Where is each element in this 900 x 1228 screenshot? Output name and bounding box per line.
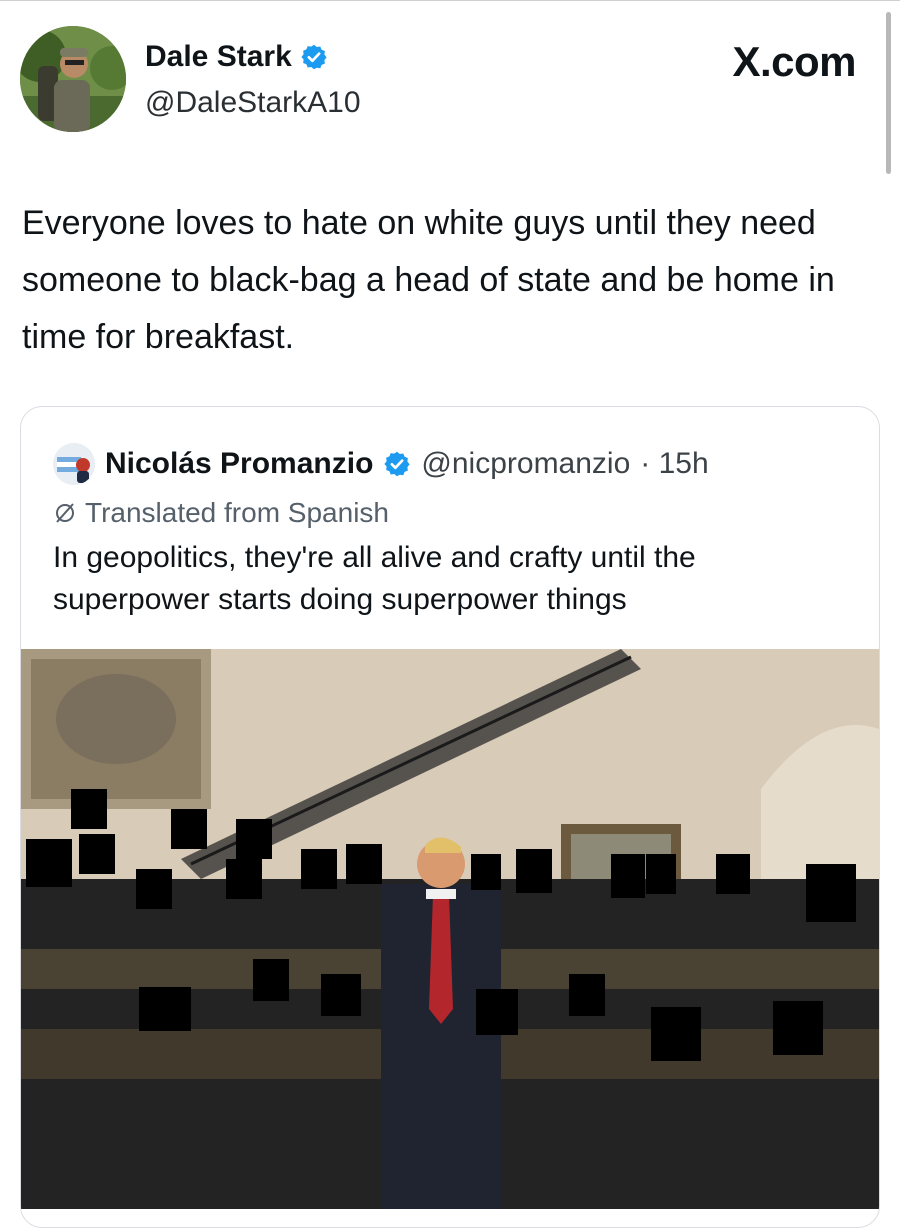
translation-note-label: Translated from Spanish (85, 497, 389, 528)
quoted-author-name[interactable]: Nicolás Promanzio (105, 447, 373, 481)
author-avatar[interactable] (20, 26, 126, 132)
verified-badge-icon (301, 44, 327, 70)
author-handle[interactable]: @DaleStarkA10 (145, 86, 361, 120)
quoted-tweet-card[interactable]: Nicolás Promanzio @nicpromanzio · 15h Tr… (20, 406, 880, 1228)
source-badge: X.com (732, 38, 856, 85)
top-divider (0, 0, 900, 1)
tweet-text: Everyone loves to hate on white guys unt… (22, 204, 835, 356)
verified-badge-icon (384, 451, 411, 477)
quoted-tweet-text: In geopolitics, they're all alive and cr… (53, 541, 696, 616)
quoted-avatar-image (53, 443, 95, 485)
quoted-timestamp[interactable]: · 15h (640, 447, 708, 481)
quoted-author-handle[interactable]: @nicpromanzio (421, 447, 630, 481)
quoted-author-avatar[interactable] (53, 443, 95, 485)
avatar-photo (20, 26, 126, 132)
translate-icon (56, 503, 74, 523)
author-name[interactable]: Dale Stark (145, 40, 292, 74)
scrollbar-thumb[interactable] (886, 12, 891, 174)
author-name-row[interactable]: Dale Stark (145, 40, 328, 74)
translation-note[interactable]: Translated from Spanish (53, 497, 389, 529)
quoted-tweet-header: Nicolás Promanzio @nicpromanzio · 15h (53, 443, 709, 485)
quoted-tweet-photo[interactable] (21, 649, 879, 1209)
